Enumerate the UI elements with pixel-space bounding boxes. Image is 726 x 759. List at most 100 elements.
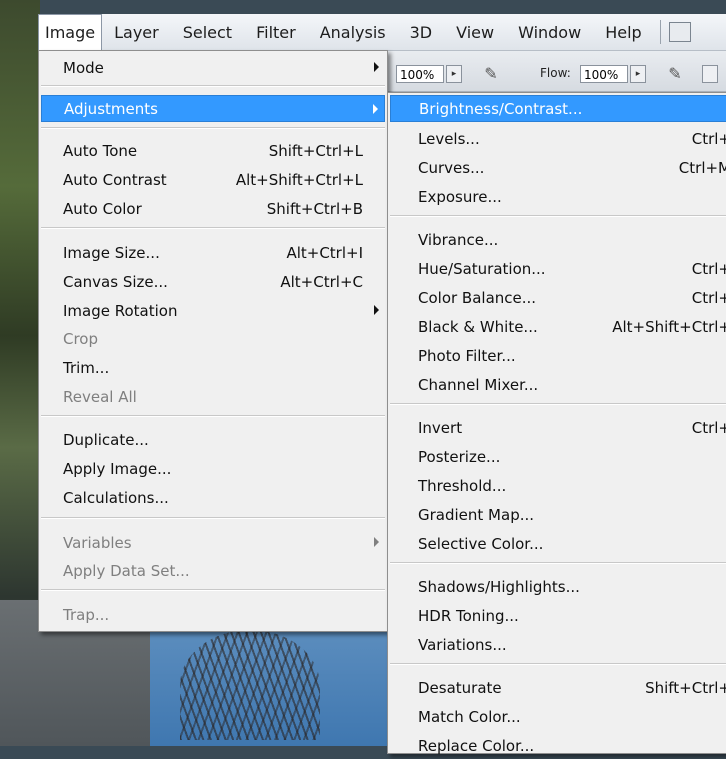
menu-item-label: Photo Filter... [418, 346, 516, 365]
menu-item-label: Vibrance... [418, 230, 499, 249]
menu-item-label: Mode [63, 58, 104, 77]
menu-item-apply-data-set[interactable]: Apply Data Set... [41, 557, 385, 584]
menu-item-label: Image Size... [63, 243, 160, 262]
sky-tree-area [150, 620, 390, 746]
menu-item-variables[interactable]: Variables [41, 529, 385, 556]
menu-item-auto-color[interactable]: Auto Color Shift+Ctrl+B [41, 195, 385, 222]
menu-divider [41, 85, 385, 87]
menu-item-label: Canvas Size... [63, 272, 168, 291]
menu-item-photo-filter[interactable]: Photo Filter... [390, 342, 726, 369]
menu-item-image-size[interactable]: Image Size... Alt+Ctrl+I [41, 239, 385, 266]
menu-item-trim[interactable]: Trim... [41, 354, 385, 381]
menu-item-black-white[interactable]: Black & White... Alt+Shift+Ctrl+ [390, 313, 726, 340]
bridge-button[interactable] [668, 22, 691, 42]
menu-item-shortcut: Alt+Ctrl+I [286, 243, 363, 262]
menu-item-reveal-all[interactable]: Reveal All [41, 383, 385, 410]
menu-item-invert[interactable]: Invert Ctrl+ [390, 414, 726, 441]
adjustments-submenu: Brightness/Contrast... Levels... Ctrl+ C… [387, 92, 726, 755]
menu-item-label: Image Rotation [63, 301, 178, 320]
menu-item-trap[interactable]: Trap... [41, 601, 385, 628]
menu-divider [390, 663, 726, 665]
menu-help[interactable]: Help [593, 14, 653, 50]
options-bar: 100% ▸ ✎ Flow: 100% ▸ ✎ [386, 51, 726, 92]
menu-image[interactable]: Image [38, 14, 103, 50]
menu-item-shadows-highlights[interactable]: Shadows/Highlights... [390, 573, 726, 600]
menu-item-variations[interactable]: Variations... [390, 631, 726, 658]
menu-item-label: Curves... [418, 158, 485, 177]
menu-item-brightness-contrast[interactable]: Brightness/Contrast... [390, 95, 726, 122]
submenu-arrow-icon [374, 305, 379, 315]
menu-item-canvas-size[interactable]: Canvas Size... Alt+Ctrl+C [41, 268, 385, 295]
menu-item-label: Color Balance... [418, 288, 537, 307]
menu-divider [41, 227, 385, 229]
menu-item-shortcut: Alt+Shift+Ctrl+L [235, 170, 363, 189]
menu-item-label: Black & White... [418, 317, 538, 336]
menu-item-label: Crop [63, 329, 99, 348]
menu-item-hdr-toning[interactable]: HDR Toning... [390, 602, 726, 629]
menu-divider [41, 415, 385, 417]
menu-item-image-rotation[interactable]: Image Rotation [41, 297, 385, 324]
menu-item-label: Exposure... [418, 187, 502, 206]
menu-item-label: Levels... [418, 129, 480, 148]
menu-item-shortcut: Ctrl+M [678, 158, 726, 177]
flow-dropdown-arrow[interactable]: ▸ [630, 65, 646, 83]
menu-item-crop[interactable]: Crop [41, 325, 385, 352]
menu-item-label: Duplicate... [63, 430, 149, 449]
flow-field[interactable]: 100% [580, 65, 628, 83]
submenu-arrow-icon [374, 537, 379, 547]
menu-item-channel-mixer[interactable]: Channel Mixer... [390, 371, 726, 398]
menu-item-apply-image[interactable]: Apply Image... [41, 455, 385, 482]
menu-item-label: Apply Image... [63, 459, 172, 478]
menu-item-shortcut: Ctrl+ [691, 259, 726, 278]
menu-item-vibrance[interactable]: Vibrance... [390, 226, 726, 253]
menu-item-label: Gradient Map... [418, 505, 535, 524]
menu-item-adjustments[interactable]: Adjustments [41, 95, 385, 122]
menu-item-shortcut: Shift+Ctrl+ [645, 678, 726, 697]
menu-item-label: Variables [63, 533, 132, 552]
menu-item-label: Auto Contrast [63, 170, 167, 189]
menu-window[interactable]: Window [506, 14, 593, 50]
airbrush-toggle-icon[interactable]: ✎ [664, 63, 686, 85]
menu-item-shortcut: Shift+Ctrl+L [268, 141, 363, 160]
menu-item-label: Variations... [418, 635, 507, 654]
menu-item-auto-tone[interactable]: Auto Tone Shift+Ctrl+L [41, 137, 385, 164]
menu-item-curves[interactable]: Curves... Ctrl+M [390, 154, 726, 181]
menu-item-calculations[interactable]: Calculations... [41, 484, 385, 511]
submenu-arrow-icon [373, 104, 378, 114]
menu-divider [390, 403, 726, 405]
menu-item-duplicate[interactable]: Duplicate... [41, 426, 385, 453]
menu-item-label: Auto Color [63, 199, 142, 218]
menu-item-shortcut: Shift+Ctrl+B [266, 199, 363, 218]
menu-item-label: HDR Toning... [418, 606, 519, 625]
menu-3d[interactable]: 3D [398, 14, 445, 50]
menu-item-label: Selective Color... [418, 534, 544, 553]
menu-item-posterize[interactable]: Posterize... [390, 443, 726, 470]
menu-item-selective-color[interactable]: Selective Color... [390, 530, 726, 557]
menu-item-threshold[interactable]: Threshold... [390, 472, 726, 499]
menu-item-mode[interactable]: Mode [41, 54, 385, 81]
opacity-dropdown-arrow[interactable]: ▸ [446, 65, 462, 83]
menu-item-levels[interactable]: Levels... Ctrl+ [390, 125, 726, 152]
menu-item-color-balance[interactable]: Color Balance... Ctrl+ [390, 284, 726, 311]
menu-item-label: Invert [418, 418, 463, 437]
menu-select[interactable]: Select [171, 14, 244, 50]
menu-filter[interactable]: Filter [244, 14, 308, 50]
menu-item-hue-saturation[interactable]: Hue/Saturation... Ctrl+ [390, 255, 726, 282]
menu-item-exposure[interactable]: Exposure... [390, 183, 726, 210]
menu-item-label: Shadows/Highlights... [418, 577, 580, 596]
flow-label: Flow: [540, 66, 571, 80]
menu-divider [390, 215, 726, 217]
menu-item-desaturate[interactable]: Desaturate Shift+Ctrl+ [390, 674, 726, 701]
menu-item-shortcut: Alt+Shift+Ctrl+ [612, 317, 726, 336]
airbrush-icon[interactable]: ✎ [480, 63, 502, 85]
menubar-divider [659, 20, 661, 44]
menu-layer[interactable]: Layer [102, 14, 171, 50]
menu-item-gradient-map[interactable]: Gradient Map... [390, 501, 726, 528]
menu-item-match-color[interactable]: Match Color... [390, 703, 726, 730]
menu-item-label: Posterize... [418, 447, 501, 466]
menu-view[interactable]: View [444, 14, 506, 50]
opacity-field[interactable]: 100% [396, 65, 444, 83]
tablet-pressure-toggle[interactable] [702, 65, 718, 83]
menu-item-auto-contrast[interactable]: Auto Contrast Alt+Shift+Ctrl+L [41, 166, 385, 193]
menu-analysis[interactable]: Analysis [308, 14, 398, 50]
